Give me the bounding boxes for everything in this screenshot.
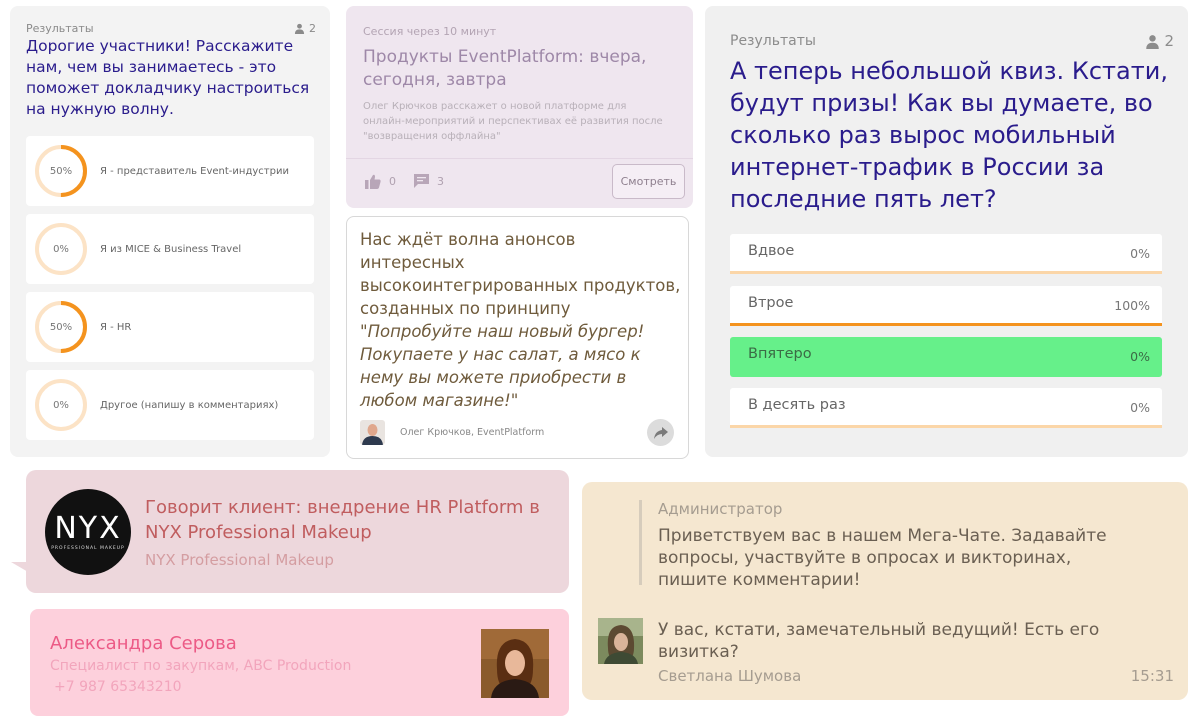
divider bbox=[346, 158, 693, 159]
quote-text-plain: Нас ждёт волна анонсов интересных высоко… bbox=[360, 230, 681, 318]
participants-count: 2 bbox=[294, 22, 316, 35]
contact-card[interactable]: Александра Серова Специалист по закупкам… bbox=[30, 609, 569, 716]
sender-name: Светлана Шумова bbox=[658, 667, 802, 685]
poll-option[interactable]: 0% Другое (напишу в комментариях) bbox=[26, 370, 314, 440]
participants-number: 2 bbox=[309, 22, 316, 35]
option-percent: 0% bbox=[1130, 246, 1150, 261]
option-label: В десять раз bbox=[748, 397, 846, 413]
contact-name: Александра Серова bbox=[50, 633, 237, 654]
poll-option[interactable]: 50% Я - HR bbox=[26, 292, 314, 362]
logo-subtext: PROFESSIONAL MAKEUP bbox=[51, 545, 125, 551]
result-bar-fill bbox=[730, 323, 1162, 326]
author-avatar bbox=[360, 420, 385, 445]
admin-label: Администратор bbox=[658, 500, 783, 518]
option-label: Я из MICE & Business Travel bbox=[100, 243, 242, 255]
quiz-option[interactable]: Втрое 100% bbox=[730, 286, 1162, 326]
percent-ring: 0% bbox=[34, 378, 88, 432]
contact-role: Специалист по закупкам, ABC Production bbox=[50, 658, 352, 674]
participants-count: 2 bbox=[1145, 32, 1174, 50]
poll-card: Результаты 2 Дорогие участники! Расскажи… bbox=[10, 6, 330, 457]
quote-text-italic: "Попробуйте наш новый бургер! Покупаете … bbox=[360, 322, 645, 410]
option-percent: 0% bbox=[53, 243, 69, 255]
nyx-logo: NYX PROFESSIONAL MAKEUP bbox=[45, 489, 131, 575]
share-button[interactable] bbox=[647, 419, 674, 446]
percent-ring: 50% bbox=[34, 300, 88, 354]
option-label: Втрое bbox=[748, 295, 794, 311]
likes-stat[interactable]: 0 bbox=[365, 174, 396, 189]
poll-option[interactable]: 0% Я из MICE & Business Travel bbox=[26, 214, 314, 284]
quote-text: Нас ждёт волна анонсов интересных высоко… bbox=[360, 228, 682, 412]
chat-message: У вас, кстати, замечательный ведущий! Ес… bbox=[658, 620, 1100, 662]
session-starts-in: Сессия через 10 минут bbox=[363, 25, 497, 38]
session-description: Олег Крючков расскажет о новой платформе… bbox=[363, 101, 663, 142]
results-label: Результаты bbox=[730, 33, 816, 49]
comments-stat[interactable]: 3 bbox=[414, 174, 444, 188]
client-story-title: Говорит клиент: внедрение HR Platform в … bbox=[145, 497, 540, 543]
participants-number: 2 bbox=[1164, 32, 1174, 50]
quote-author: Олег Крючков, EventPlatform bbox=[400, 427, 545, 438]
poll-question: Дорогие участники! Расскажите нам, чем в… bbox=[26, 37, 310, 118]
comment-icon bbox=[414, 174, 429, 188]
message-time: 15:31 bbox=[1130, 667, 1174, 685]
option-label: Я - представитель Event-индустрии bbox=[100, 165, 289, 177]
option-percent: 50% bbox=[49, 321, 73, 333]
option-label: Другое (напишу в комментариях) bbox=[100, 399, 279, 411]
quote-line bbox=[639, 500, 642, 585]
likes-count: 0 bbox=[389, 175, 396, 188]
option-label: Вдвое bbox=[748, 243, 795, 259]
option-percent: 0% bbox=[1130, 400, 1150, 415]
option-percent: 100% bbox=[1114, 298, 1150, 313]
quiz-option-correct[interactable]: Впятеро 0% bbox=[730, 337, 1162, 377]
user-icon bbox=[1146, 34, 1160, 49]
client-story-card[interactable]: NYX PROFESSIONAL MAKEUP Говорит клиент: … bbox=[26, 470, 569, 593]
quiz-option[interactable]: В десять раз 0% bbox=[730, 388, 1162, 428]
quiz-card: Результаты 2 А теперь небольшой квиз. Кс… bbox=[705, 6, 1188, 457]
contact-photo bbox=[481, 629, 549, 698]
results-label: Результаты bbox=[26, 22, 94, 35]
result-bar-track bbox=[730, 271, 1162, 274]
comments-count: 3 bbox=[437, 174, 444, 188]
option-label: Впятеро bbox=[748, 346, 812, 362]
option-label: Я - HR bbox=[100, 321, 132, 333]
result-bar-track bbox=[730, 425, 1162, 428]
logo-text: NYX bbox=[54, 510, 122, 546]
share-icon bbox=[653, 426, 668, 439]
percent-ring: 0% bbox=[34, 222, 88, 276]
session-title: Продукты EventPlatform: вчера, сегодня, … bbox=[363, 47, 647, 90]
poll-option[interactable]: 50% Я - представитель Event-индустрии bbox=[26, 136, 314, 206]
contact-phone[interactable]: +7 987 65343210 bbox=[54, 679, 182, 695]
quiz-option[interactable]: Вдвое 0% bbox=[730, 234, 1162, 274]
quote-card: Нас ждёт волна анонсов интересных высоко… bbox=[346, 216, 689, 459]
option-percent: 0% bbox=[53, 399, 69, 411]
client-story-source: NYX Professional Makeup bbox=[145, 551, 334, 569]
admin-message: Приветствуем вас в нашем Мега-Чате. Зада… bbox=[658, 526, 1107, 590]
percent-ring: 50% bbox=[34, 144, 88, 198]
quiz-question: А теперь небольшой квиз. Кстати, будут п… bbox=[730, 57, 1168, 213]
chat-card: Администратор Приветствуем вас в нашем М… bbox=[582, 482, 1188, 700]
sender-avatar bbox=[598, 618, 643, 664]
option-percent: 50% bbox=[49, 165, 73, 177]
session-card: Сессия через 10 минут Продукты EventPlat… bbox=[346, 6, 693, 208]
option-percent: 0% bbox=[1130, 349, 1150, 364]
user-icon bbox=[294, 23, 305, 34]
watch-button[interactable]: Смотреть bbox=[612, 164, 685, 199]
thumbs-up-icon bbox=[365, 174, 381, 189]
